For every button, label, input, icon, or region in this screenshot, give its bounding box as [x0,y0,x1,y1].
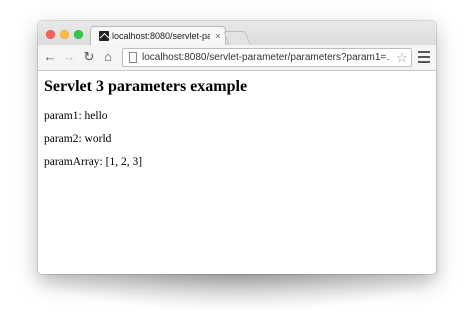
page-content: Servlet 3 parameters example param1: hel… [38,71,436,274]
tab-strip: localhost:8080/servlet-para × [38,21,436,45]
reload-icon[interactable]: ↻ [81,48,97,66]
tab-close-icon[interactable]: × [213,30,223,42]
page-icon [129,52,137,63]
menu-icon[interactable] [418,51,430,65]
star-icon[interactable]: ☆ [395,49,409,66]
tab-title: localhost:8080/servlet-para [112,31,210,41]
back-icon[interactable]: ← [42,48,58,66]
active-tab[interactable]: localhost:8080/servlet-para × [90,26,226,45]
param1-line: param1: hello [44,110,108,122]
zoom-window-button[interactable] [74,30,83,39]
page-heading: Servlet 3 parameters example [44,78,248,95]
close-window-button[interactable] [46,30,55,39]
servlet-page-favicon-icon [99,31,109,41]
new-tab-button[interactable] [223,31,251,45]
address-bar[interactable]: localhost:8080/servlet-parameter/paramet… [122,48,412,67]
url-text[interactable]: localhost:8080/servlet-parameter/paramet… [142,50,390,66]
forward-icon[interactable]: → [61,48,77,66]
home-icon[interactable]: ⌂ [100,48,116,66]
minimize-window-button[interactable] [60,30,69,39]
browser-toolbar: ← → ↻ ⌂ localhost:8080/servlet-parameter… [38,45,436,71]
browser-window: localhost:8080/servlet-para × ← → ↻ ⌂ lo… [38,21,436,274]
param-array-line: paramArray: [1, 2, 3] [44,156,143,168]
param2-line: param2: world [44,133,112,145]
